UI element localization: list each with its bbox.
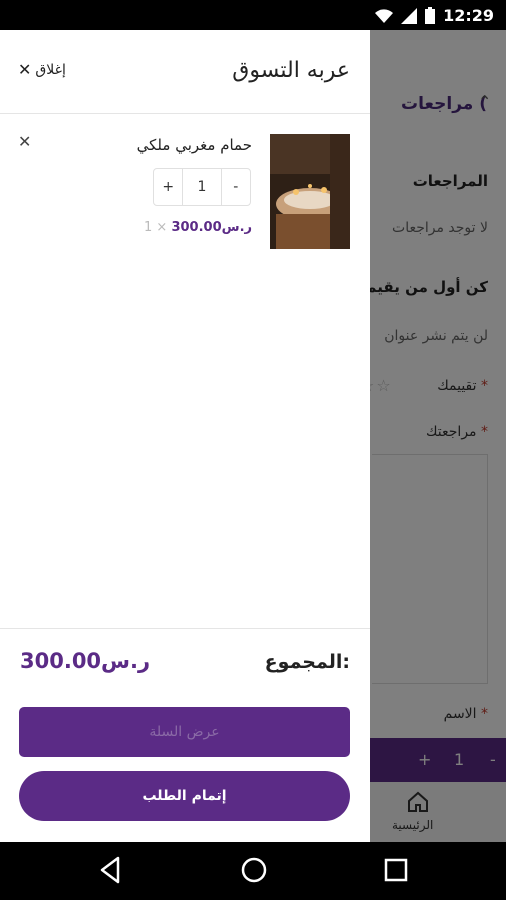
close-label: إغلاق xyxy=(35,61,66,78)
quantity-input[interactable]: 1 xyxy=(182,169,222,205)
total-value: 300.00ر.س xyxy=(20,649,151,673)
item-name[interactable]: حمام مغربي ملكي xyxy=(137,136,252,154)
status-icons: 12:29 xyxy=(375,6,494,25)
view-cart-button[interactable]: عرض السلة xyxy=(19,707,350,757)
item-price-line: 1 × 300.00ر.س xyxy=(144,220,252,235)
product-thumbnail[interactable] xyxy=(270,134,350,249)
remove-item-icon[interactable]: ✕ xyxy=(18,132,31,151)
home-circle-icon[interactable] xyxy=(240,856,268,884)
wifi-icon xyxy=(375,8,394,23)
status-bar: 12:29 xyxy=(0,0,506,30)
back-icon[interactable] xyxy=(98,856,122,884)
close-button[interactable]: ✕ إغلاق xyxy=(18,60,66,79)
total-label: المجموع: xyxy=(264,651,350,673)
drawer-title: عربه التسوق xyxy=(232,58,350,83)
android-nav-bar xyxy=(0,842,506,900)
signal-icon xyxy=(401,7,418,24)
cart-item: ✕ حمام مغربي ملكي + 1 - 1 × 300.00ر.س xyxy=(0,114,370,274)
status-time: 12:29 xyxy=(443,6,494,25)
item-price: 300.00ر.س xyxy=(171,220,252,235)
quantity-stepper: + 1 - xyxy=(153,168,251,206)
product-image-icon xyxy=(270,134,350,249)
increase-button[interactable]: + xyxy=(154,169,182,205)
recents-icon[interactable] xyxy=(384,856,408,884)
item-qty-prefix: 1 × xyxy=(144,220,168,235)
battery-icon xyxy=(425,7,436,24)
close-icon: ✕ xyxy=(18,60,32,79)
drawer-footer: المجموع: 300.00ر.س عرض السلة إتمام الطلب xyxy=(0,628,370,842)
cart-drawer: عربه التسوق ✕ إغلاق ✕ حمام مغربي ملكي + … xyxy=(0,30,370,842)
checkout-button[interactable]: إتمام الطلب xyxy=(19,771,350,821)
decrease-button[interactable]: - xyxy=(222,169,250,205)
drawer-header: عربه التسوق ✕ إغلاق xyxy=(0,30,370,114)
